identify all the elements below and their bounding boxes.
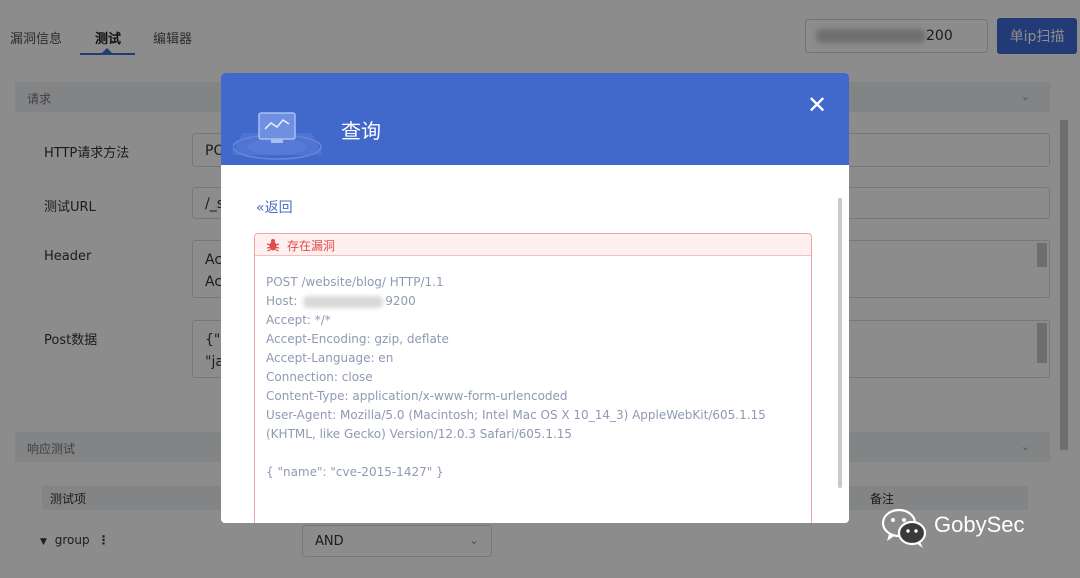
- bug-icon: [266, 239, 280, 252]
- request-line: [266, 444, 806, 463]
- request-line: { "name": "cve-2015-1427" }: [266, 465, 444, 479]
- vulnerability-header: 存在漏洞: [255, 234, 811, 256]
- modal-header: 查询 ✕: [221, 73, 849, 165]
- vulnerability-result-box: 存在漏洞 POST /website/blog/ HTTP/1.1 Host: …: [254, 233, 812, 523]
- request-line: User-Agent: Mozilla/5.0 (Macintosh; Inte…: [266, 408, 766, 441]
- wechat-watermark: GobySec: [880, 506, 1070, 550]
- request-line: Connection: close: [266, 370, 373, 384]
- watermark-text: GobySec: [934, 512, 1025, 537]
- vulnerability-title: 存在漏洞: [287, 239, 336, 253]
- back-link[interactable]: «返回: [256, 197, 293, 217]
- close-icon[interactable]: ✕: [805, 93, 829, 117]
- request-line: Accept: */*: [266, 313, 331, 327]
- request-text: POST /website/blog/ HTTP/1.1 Host: 9200 …: [266, 273, 806, 482]
- request-line: Content-Type: application/x-www-form-url…: [266, 389, 568, 403]
- monitor-illustration-icon: [233, 112, 323, 160]
- request-line-host: Host: 9200: [266, 292, 806, 311]
- modal-scrollbar[interactable]: [838, 198, 842, 488]
- request-line: Accept-Encoding: gzip, deflate: [266, 332, 449, 346]
- host-key: Host:: [266, 294, 302, 308]
- query-modal: 查询 ✕ «返回 存在漏洞 POST /website/blog/ HTTP/1…: [221, 73, 849, 523]
- modal-title: 查询: [341, 119, 381, 143]
- request-line: Accept-Language: en: [266, 351, 394, 365]
- host-port: 9200: [385, 294, 416, 308]
- request-line: POST /website/blog/ HTTP/1.1: [266, 275, 444, 289]
- wechat-icon: [881, 508, 927, 548]
- redacted-host: [303, 295, 384, 308]
